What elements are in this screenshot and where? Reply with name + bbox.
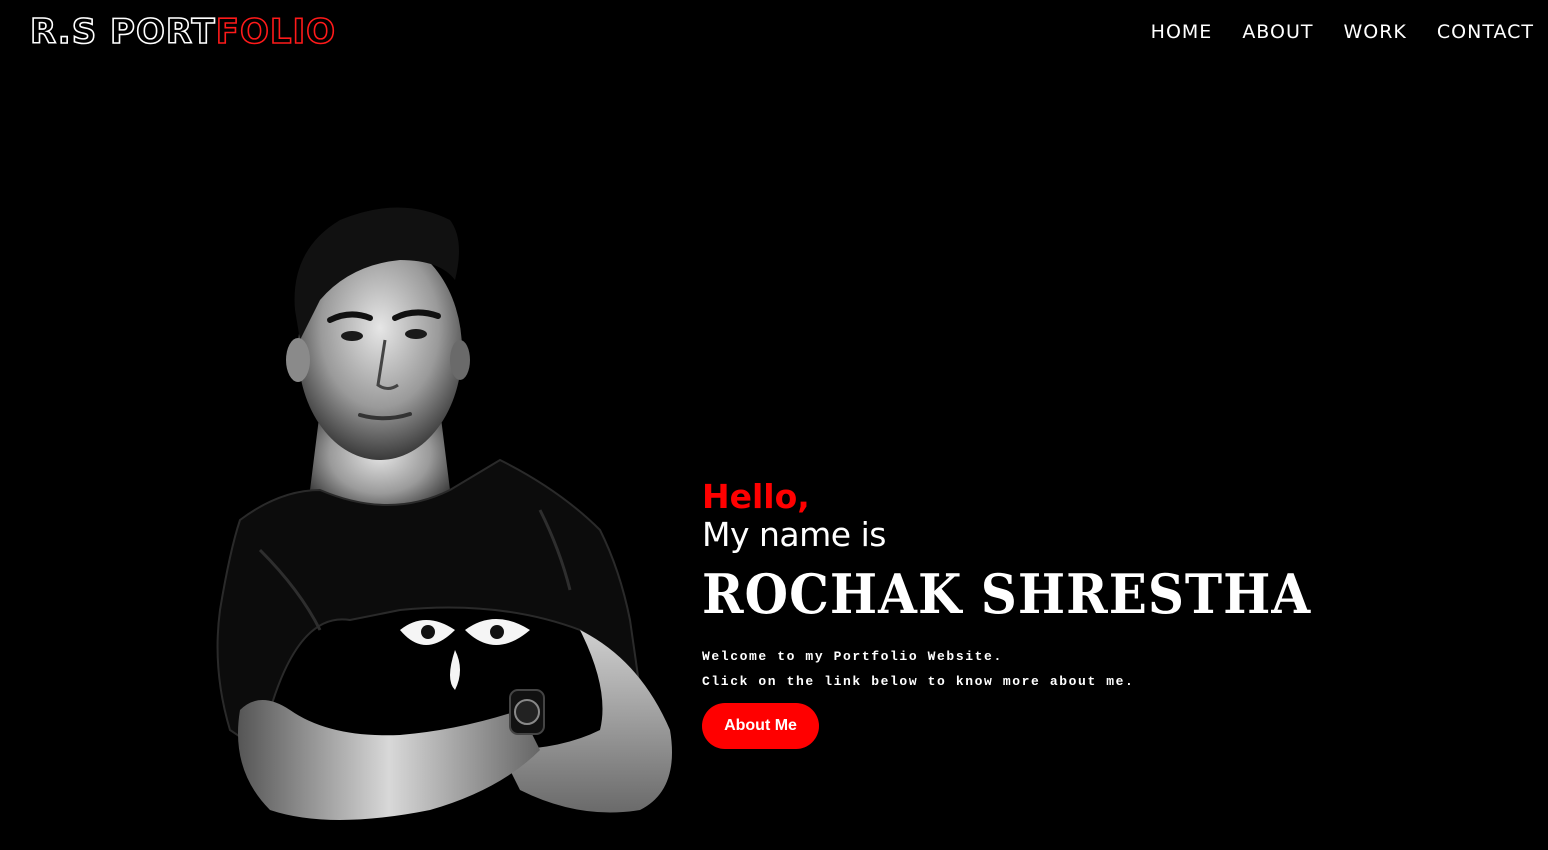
- welcome-line: Welcome to my Portfolio Website.: [702, 649, 1003, 664]
- logo-primary-text: R.S PORT: [29, 11, 216, 53]
- nav-contact-link[interactable]: CONTACT: [1437, 20, 1534, 44]
- nav-work-link[interactable]: WORK: [1343, 20, 1406, 44]
- nav-about-link[interactable]: ABOUT: [1242, 20, 1313, 44]
- hero-description: Welcome to my Portfolio Website. Click o…: [702, 644, 1311, 694]
- logo-accent-text: FOLIO: [215, 11, 337, 53]
- about-me-button[interactable]: About Me: [702, 703, 819, 749]
- intro-text: My name is: [702, 515, 886, 554]
- shirt-emblem: [400, 619, 530, 690]
- wristwatch: [509, 689, 545, 735]
- site-logo[interactable]: R.S PORT FOLIO: [29, 11, 337, 53]
- person-name: ROCHAK SHRESTHA: [702, 562, 1312, 626]
- nav-home-link[interactable]: HOME: [1151, 20, 1213, 44]
- greeting-text: Hello,: [702, 477, 810, 516]
- hero-section: Hello, My name is ROCHAK SHRESTHA Welcom…: [702, 477, 1312, 749]
- main-nav: HOME ABOUT WORK CONTACT: [1151, 20, 1534, 44]
- profile-photo: [216, 207, 672, 820]
- instruction-line: Click on the link below to know more abo…: [702, 674, 1135, 689]
